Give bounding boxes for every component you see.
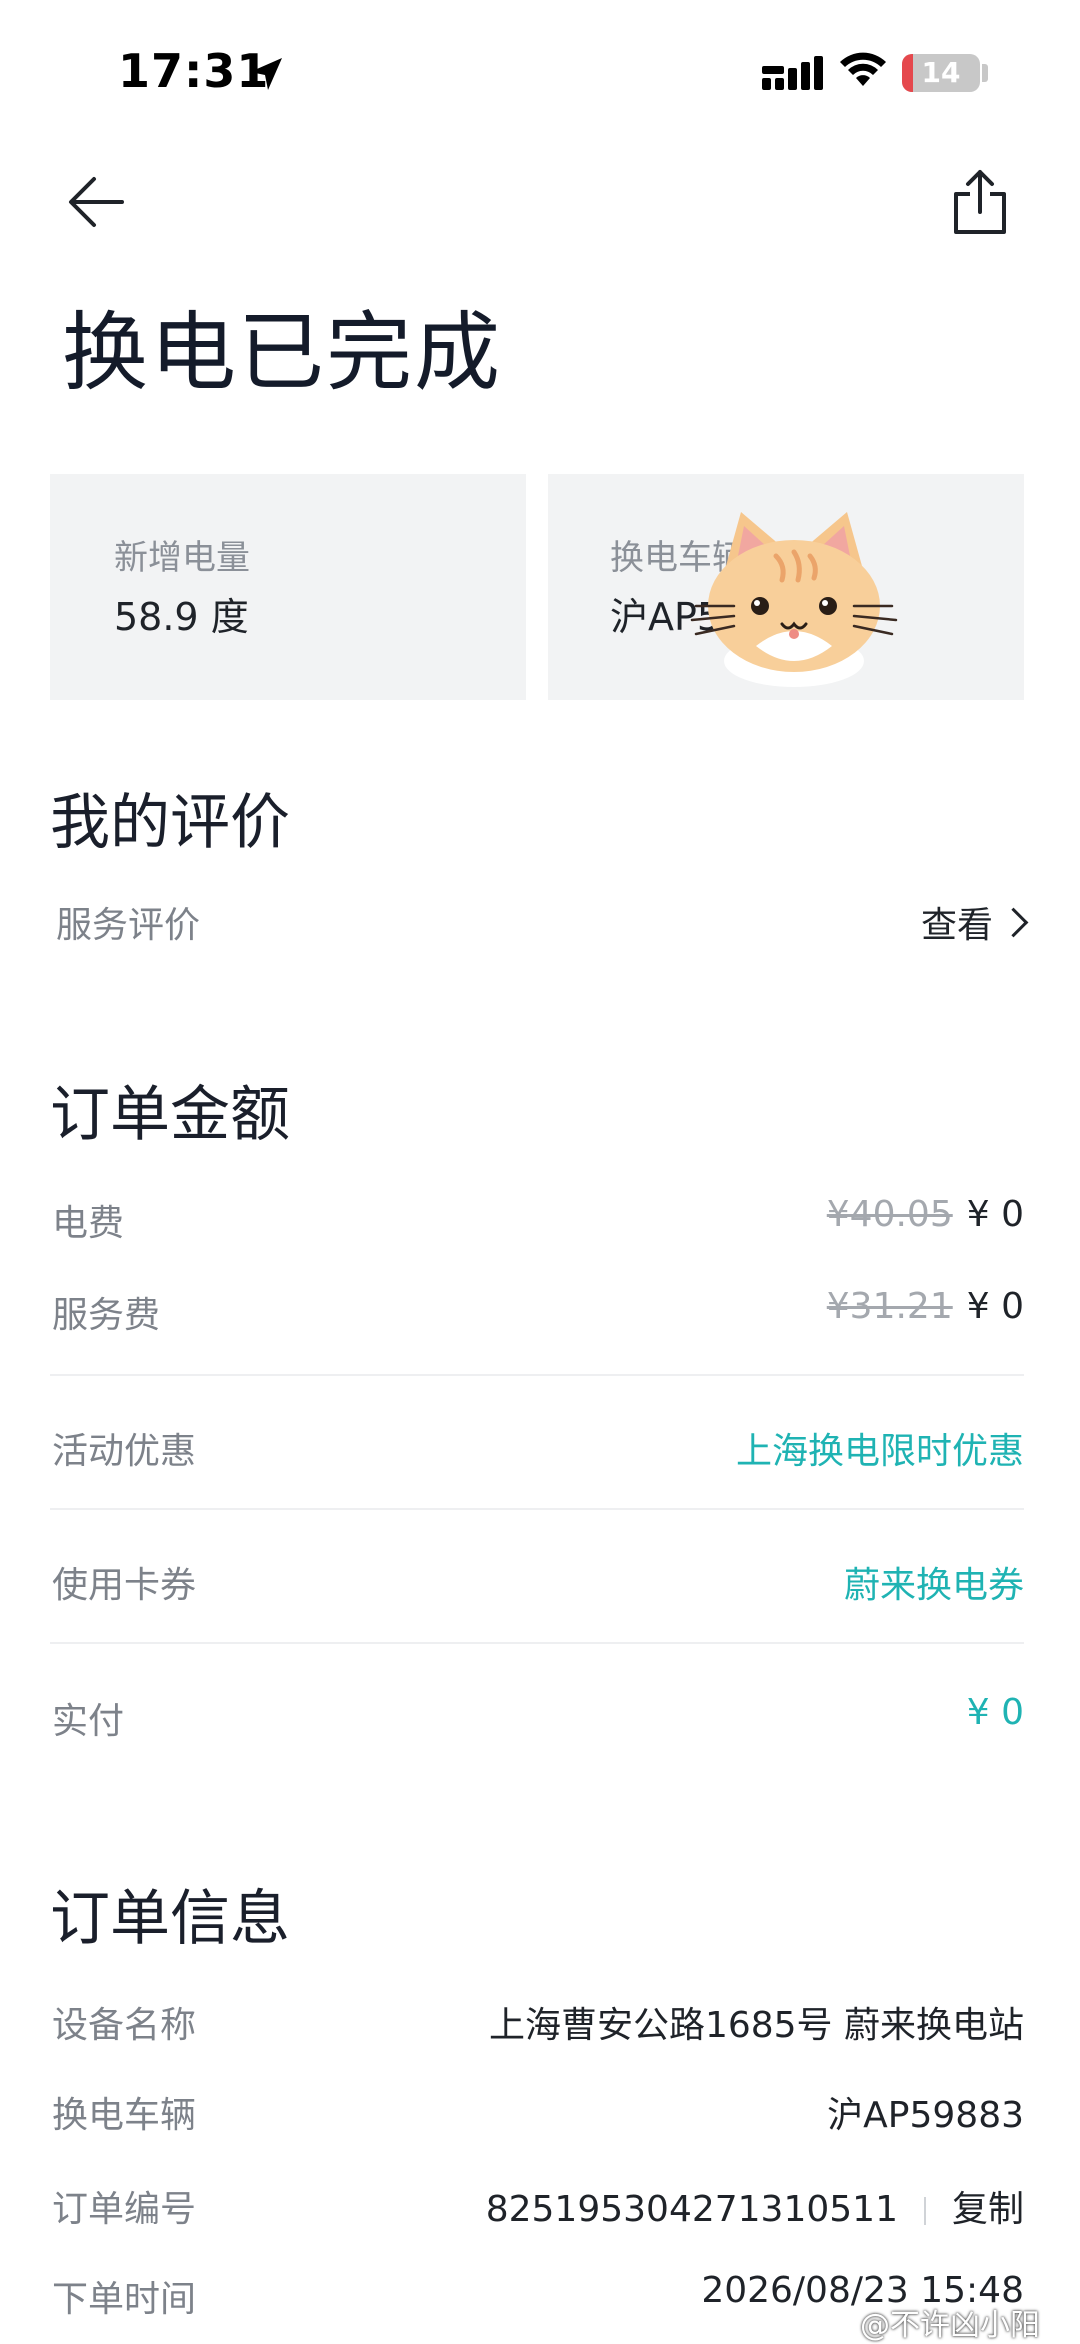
order-info-section-title: 订单信息	[50, 1884, 290, 1954]
electricity-fee-value: ¥ 0	[966, 1194, 1024, 1235]
service-review-label: 服务评价	[56, 905, 201, 946]
battery-indicator: 14	[902, 54, 980, 92]
copy-separator	[923, 2197, 926, 2225]
coupon-value[interactable]: 蔚来换电券	[844, 1556, 1024, 1608]
share-icon[interactable]	[948, 166, 1012, 238]
order-number-value: 825195304271310511	[485, 2189, 898, 2230]
chevron-right-icon	[998, 907, 1029, 938]
divider	[50, 1374, 1024, 1376]
view-review-button[interactable]: 查看	[920, 896, 1029, 948]
electricity-fee-original: ¥40.05	[826, 1194, 953, 1235]
order-number-label: 订单编号	[52, 2189, 197, 2230]
order-number-row: 825195304271310511 复制	[486, 2180, 1024, 2232]
service-fee-original: ¥31.21	[826, 1286, 953, 1327]
coupon-label: 使用卡券	[52, 1565, 197, 1606]
battery-level-text: 14	[921, 56, 961, 89]
service-fee-value-row: ¥31.21 ¥ 0	[827, 1286, 1024, 1327]
device-name-value: 上海曹安公路1685号 蔚来换电站	[488, 2005, 1024, 2046]
service-fee-label: 服务费	[52, 1295, 161, 1336]
view-review-label: 查看	[920, 905, 993, 946]
device-name-label: 设备名称	[52, 2005, 197, 2046]
paid-value: ¥ 0	[966, 1692, 1024, 1733]
electricity-fee-value-row: ¥40.05 ¥ 0	[827, 1194, 1024, 1235]
wifi-icon	[840, 52, 886, 86]
watermark-text: @不许凶小阳	[860, 2308, 1040, 2343]
copy-button[interactable]: 复制	[952, 2189, 1024, 2230]
paid-label: 实付	[52, 1701, 125, 1742]
cellular-signal-icon	[762, 56, 823, 90]
cat-sticker-icon	[690, 512, 898, 687]
divider	[50, 1508, 1024, 1510]
battery-tip	[982, 64, 988, 82]
location-arrow-icon	[250, 58, 282, 90]
electricity-fee-label: 电费	[52, 1203, 125, 1244]
amount-section-title: 订单金额	[50, 1080, 290, 1150]
back-arrow-icon[interactable]	[64, 170, 128, 234]
promotion-label: 活动优惠	[52, 1431, 197, 1472]
vehicle-info-value: 沪AP59883	[827, 2095, 1024, 2136]
vehicle-info-label: 换电车辆	[52, 2095, 197, 2136]
order-time-label: 下单时间	[52, 2279, 197, 2320]
review-section-title: 我的评价	[50, 788, 290, 858]
divider	[50, 1642, 1024, 1644]
promotion-value[interactable]: 上海换电限时优惠	[736, 1422, 1024, 1474]
energy-added-label: 新增电量	[114, 538, 250, 578]
energy-added-value: 58.9 度	[114, 595, 249, 639]
service-fee-value: ¥ 0	[966, 1286, 1024, 1327]
page-title: 换电已完成	[62, 303, 502, 403]
